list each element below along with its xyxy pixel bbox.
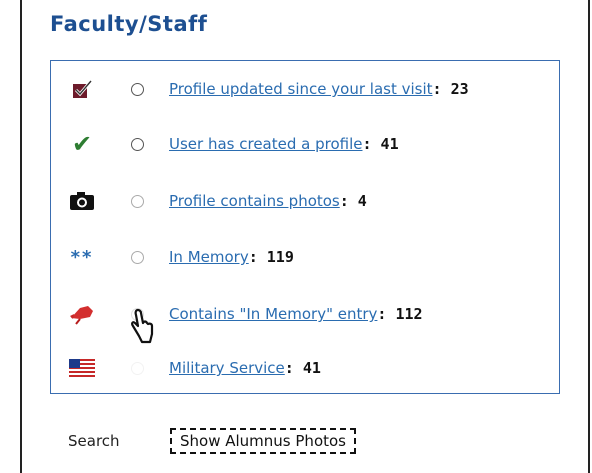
- count-memory: : 119: [248, 248, 294, 266]
- legend-row-updated: Profile updated since your last visit: 2…: [51, 69, 559, 109]
- legend-label-created: User has created a profile: 41: [169, 135, 399, 153]
- link-profile-created[interactable]: User has created a profile: [169, 135, 362, 153]
- legend-label-military: Military Service: 41: [169, 359, 321, 377]
- radio-military[interactable]: [131, 361, 144, 375]
- count-military: : 41: [284, 359, 321, 377]
- link-military-service[interactable]: Military Service: [169, 359, 285, 377]
- radio-updated[interactable]: [131, 82, 144, 96]
- radio-created[interactable]: [131, 137, 144, 151]
- legend-label-memory-entry: Contains "In Memory" entry: 112: [169, 305, 423, 323]
- radio-memory[interactable]: [131, 250, 144, 264]
- link-memory-entry[interactable]: Contains "In Memory" entry: [169, 305, 377, 323]
- legend-label-updated: Profile updated since your last visit: 2…: [169, 80, 469, 98]
- count-photos: : 4: [339, 192, 367, 210]
- page-title: Faculty/Staff: [50, 12, 208, 36]
- search-label: Search: [68, 432, 120, 450]
- count-updated: : 23: [432, 80, 469, 98]
- count-memory-entry: : 112: [377, 305, 423, 323]
- radio-photos[interactable]: [131, 194, 144, 208]
- checkmark-icon: ✔: [71, 130, 93, 158]
- link-in-memory[interactable]: In Memory: [169, 248, 249, 266]
- legend-panel: Profile updated since your last visit: 2…: [50, 60, 560, 394]
- double-star-icon: **: [70, 246, 94, 268]
- checked-box-icon: [65, 75, 99, 103]
- legend-row-memory: ** In Memory: 119: [51, 237, 559, 277]
- us-flag-icon: [65, 354, 99, 382]
- legend-row-created: ✔ User has created a profile: 41: [51, 124, 559, 164]
- show-alumnus-photos-button[interactable]: Show Alumnus Photos: [170, 428, 356, 454]
- legend-row-military: Military Service: 41: [51, 348, 559, 388]
- link-profile-updated[interactable]: Profile updated since your last visit: [169, 80, 433, 98]
- rose-icon: [65, 300, 99, 328]
- legend-label-photos: Profile contains photos: 4: [169, 192, 367, 210]
- page-frame: Faculty/Staff Profile updated since your…: [20, 0, 590, 473]
- hand-cursor-icon: [130, 308, 156, 350]
- camera-icon: [65, 187, 99, 215]
- count-created: : 41: [362, 135, 399, 153]
- link-profile-photos[interactable]: Profile contains photos: [169, 192, 340, 210]
- legend-label-memory: In Memory: 119: [169, 248, 294, 266]
- legend-row-memory-entry: Contains "In Memory" entry: 112: [51, 294, 559, 334]
- legend-row-photos: Profile contains photos: 4: [51, 181, 559, 221]
